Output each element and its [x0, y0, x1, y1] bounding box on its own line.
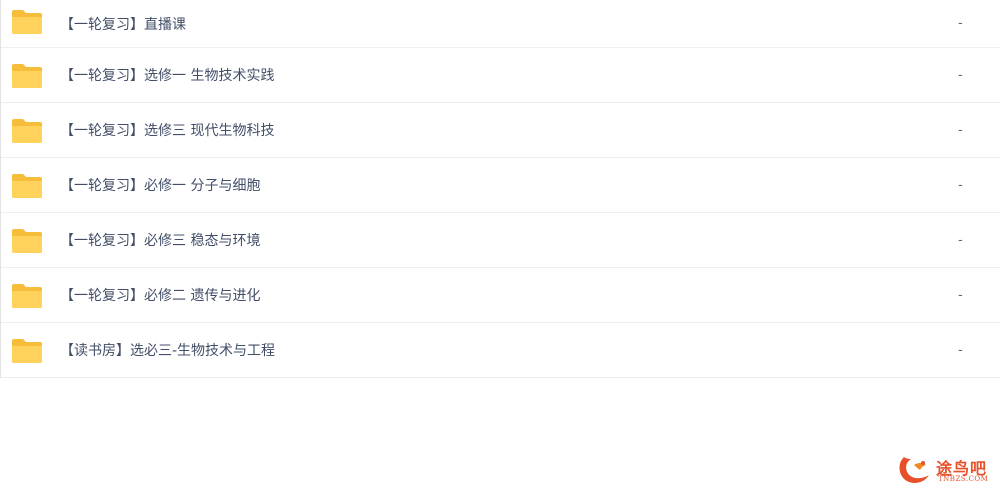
folder-name[interactable]: 【一轮复习】选修三 现代生物科技: [60, 120, 274, 140]
folder-row[interactable]: 【一轮复习】选修三 现代生物科技 -: [1, 103, 1000, 158]
folder-name[interactable]: 【一轮复习】选修一 生物技术实践: [60, 65, 274, 85]
folder-icon: [12, 174, 42, 198]
watermark: 途鸟吧 TNBZS.COM: [896, 453, 996, 489]
folder-row[interactable]: 【一轮复习】必修三 稳态与环境 -: [1, 213, 1000, 268]
folder-row[interactable]: 【读书房】选必三-生物技术与工程 -: [1, 323, 1000, 378]
folder-row[interactable]: 【一轮复习】直播课 -: [1, 0, 1000, 48]
file-list: 【一轮复习】直播课 - 【一轮复习】选修一 生物技术实践 - 【一轮复习】选修三…: [0, 0, 1000, 378]
folder-size: -: [958, 287, 963, 303]
folder-name[interactable]: 【一轮复习】必修一 分子与细胞: [60, 175, 260, 195]
folder-icon: [12, 339, 42, 363]
folder-icon: [12, 10, 42, 34]
folder-size: -: [958, 122, 963, 138]
folder-size: -: [958, 67, 963, 83]
watermark-subtext: TNBZS.COM: [938, 475, 989, 483]
folder-size: -: [958, 232, 963, 248]
folder-row[interactable]: 【一轮复习】选修一 生物技术实践 -: [1, 48, 1000, 103]
watermark-logo-icon: [899, 457, 929, 483]
folder-row[interactable]: 【一轮复习】必修二 遗传与进化 -: [1, 268, 1000, 323]
folder-name[interactable]: 【一轮复习】直播课: [60, 14, 186, 34]
folder-row[interactable]: 【一轮复习】必修一 分子与细胞 -: [1, 158, 1000, 213]
folder-icon: [12, 64, 42, 88]
folder-name[interactable]: 【读书房】选必三-生物技术与工程: [60, 340, 275, 360]
folder-icon: [12, 284, 42, 308]
folder-icon: [12, 229, 42, 253]
folder-name[interactable]: 【一轮复习】必修三 稳态与环境: [60, 230, 260, 250]
folder-size: -: [958, 177, 963, 193]
folder-size: -: [958, 342, 963, 358]
folder-icon: [12, 119, 42, 143]
folder-name[interactable]: 【一轮复习】必修二 遗传与进化: [60, 285, 260, 305]
folder-size: -: [958, 16, 963, 31]
